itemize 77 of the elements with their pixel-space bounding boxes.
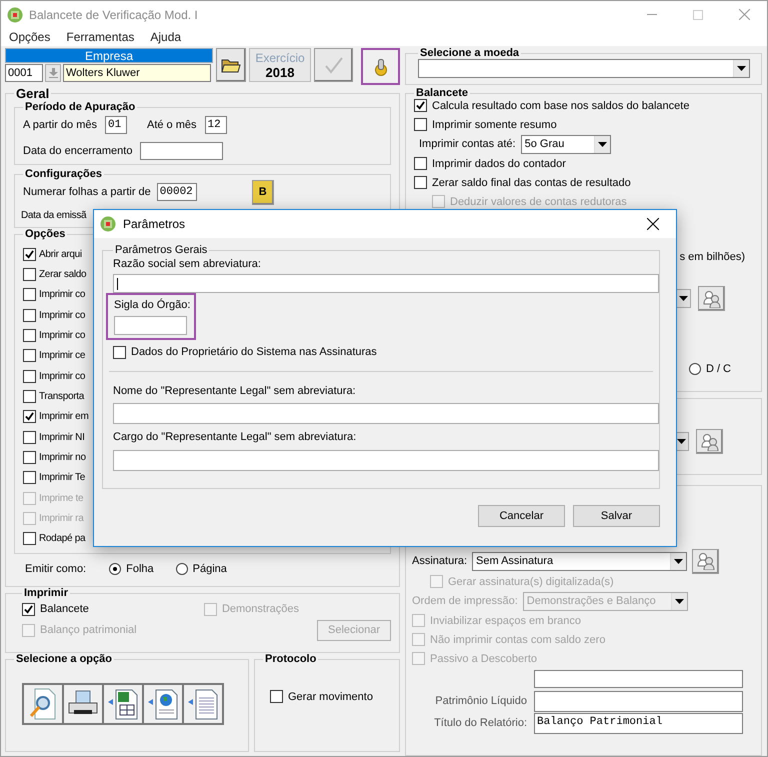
window-title: Balancete de Verificação Mod. I: [29, 8, 199, 22]
field-label: Emitir como:: [25, 563, 86, 575]
group-title: Geral: [15, 86, 50, 101]
menu-item[interactable]: Opções: [7, 30, 52, 44]
checkbox-label: Imprimir NI: [39, 432, 85, 443]
checkbox-label: Imprimir dados do contador: [432, 158, 566, 170]
radio-label: Página: [192, 563, 227, 575]
checkbox-label: Imprimir ce: [39, 350, 86, 362]
checkbox-label: Imprimir somente resumo: [432, 118, 557, 130]
group-title: Parâmetros Gerais: [114, 244, 208, 256]
field-label: s em bilhões): [680, 250, 745, 262]
checkbox-label: Imprimir Te: [39, 472, 85, 484]
checkbox-label: Transporta: [39, 391, 84, 402]
checkbox-label: Abrir arqui: [39, 248, 82, 260]
dialog-button[interactable]: Salvar: [573, 505, 660, 527]
year-value: 2018: [266, 64, 294, 80]
dialog-button[interactable]: Cancelar: [478, 505, 565, 527]
input-field[interactable]: 12: [204, 116, 227, 134]
field-label: Razão social sem abreviatura:: [113, 258, 262, 272]
checkbox-label: Balancete: [40, 603, 89, 615]
checkbox-label: Imprimir co: [39, 370, 86, 382]
checkbox-label: Zerar saldo final das contas de resultado: [432, 176, 631, 188]
menu-item[interactable]: Ferramentas: [64, 30, 136, 44]
field-label: Cargo do "Representante Legal" sem abreviatura:: [113, 431, 358, 445]
company-header: Empresa: [5, 48, 213, 63]
field-label: A partir do mês: [23, 119, 97, 131]
checkbox-label: Gerar assinatura(s) digitalizada(s): [448, 576, 614, 588]
field-label: Até o mês: [146, 119, 197, 131]
group-title: Configurações: [24, 168, 104, 180]
menu-item[interactable]: Ajuda: [148, 30, 184, 44]
checkbox-label: Imprimir ra: [39, 513, 84, 524]
checkbox-label: Calcula resultado com base nos saldos do balancete: [432, 100, 690, 112]
company-code-field[interactable]: 0001: [5, 64, 43, 82]
checkbox-label: Não imprimir contas com saldo zero: [430, 634, 606, 646]
checkbox-label: Demonstrações: [222, 603, 299, 615]
year-label: Exercício: [255, 50, 305, 64]
checkbox-label: Dados do Proprietário do Sistema nas Assinaturas: [131, 346, 377, 358]
group-title: Protocolo: [264, 653, 318, 665]
checkbox-label: Imprime te: [39, 492, 84, 504]
group-title: Selecione a moeda: [419, 47, 520, 59]
checkbox-label: Zerar saldo: [39, 269, 86, 280]
checkbox-label: Deduzir valores de contas redutoras: [450, 196, 627, 208]
group-title: Período de Apuração: [24, 101, 136, 113]
field-label: Imprimir contas até:: [419, 138, 516, 150]
checkbox-label: Gerar movimento: [288, 690, 373, 702]
dropdown[interactable]: Sem Assinatura: [472, 552, 688, 570]
checkbox-label: Inviabilizar espaços em branco: [430, 614, 582, 626]
field-label: Data do encerramento: [23, 145, 132, 157]
field-label: Nome do "Representante Legal" sem abreviatura:: [113, 385, 357, 399]
field-label: Patrimônio Líquido: [435, 695, 527, 707]
checkbox-label: Imprimir co: [39, 330, 86, 342]
input-field[interactable]: Balanço Patrimonial: [534, 712, 743, 734]
dialog-title: Parâmetros: [123, 217, 186, 231]
field-label: Data da emissã: [21, 210, 86, 220]
checkbox-label: Imprimir co: [39, 289, 86, 300]
group-title: Selecione a opção: [15, 653, 113, 665]
dropdown[interactable]: 5o Grau: [520, 134, 611, 154]
group-title: Imprimir: [23, 587, 70, 599]
input-field[interactable]: 01: [104, 116, 127, 134]
input-field[interactable]: 00002: [156, 183, 197, 201]
company-name-field[interactable]: Wolters Kluwer: [63, 64, 211, 82]
checkbox-label: Rodapé pa: [39, 533, 86, 544]
checkbox-label: Balanço patrimonial: [40, 624, 137, 636]
checkbox-label: Imprimir no: [39, 452, 86, 464]
field-label: Título do Relatório:: [434, 717, 527, 729]
field-label: Assinatura:: [412, 555, 468, 567]
checkbox-label: Passivo a Descoberto: [430, 652, 537, 664]
field-label: Numerar folhas a partir de: [23, 186, 151, 198]
checkbox-label: Imprimir em: [39, 411, 88, 422]
radio-label: D / C: [706, 363, 731, 375]
group-title: Opções: [24, 228, 66, 240]
b-button[interactable]: B: [252, 180, 274, 204]
checkbox-label: Imprimir co: [39, 310, 86, 321]
radio-label: Folha: [126, 563, 154, 575]
field-label: Sigla do Órgão:: [114, 299, 192, 313]
group-title: Balancete: [415, 87, 469, 99]
field-label: Ordem de impressão:: [412, 595, 518, 607]
